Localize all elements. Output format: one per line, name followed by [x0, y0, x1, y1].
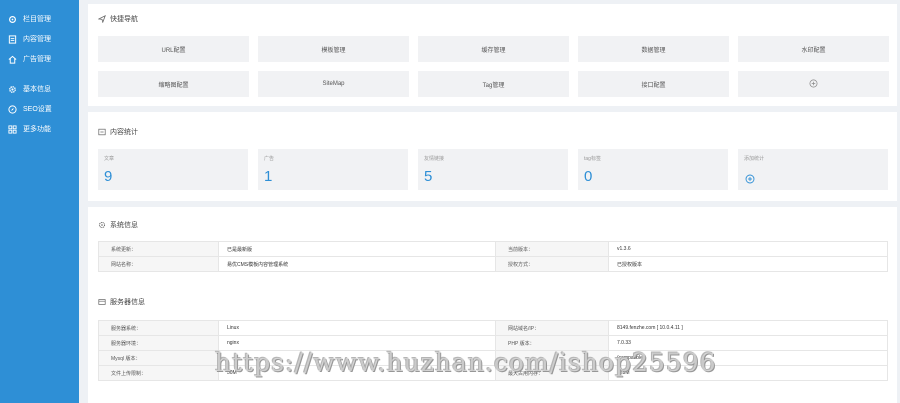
add-circle-icon: [809, 79, 818, 90]
server-key: 网站域名/IP：: [495, 320, 609, 336]
quicknav-data[interactable]: 数据管理: [578, 36, 729, 62]
gear-icon: [7, 84, 17, 94]
sysinfo-value: 已是最新版: [218, 241, 496, 257]
sidebar-item-ads[interactable]: 广告管理: [0, 51, 79, 67]
sidebar-item-more[interactable]: 更多功能: [0, 121, 79, 137]
stat-label: 添加统计: [744, 156, 765, 162]
quicknav-url-config[interactable]: URL配置: [98, 36, 249, 62]
stats-panel: 内容统计 文章 9 广告 1 友情链接 5 tag标签 0 添加统计: [88, 112, 897, 201]
sysinfo-value: 已授权版本: [608, 256, 888, 272]
server-value: 8149.fenzhe.com [ 10.0.4.11 ]: [608, 320, 888, 336]
server-key: 服务器系统：: [98, 320, 219, 336]
quicknav-tag[interactable]: Tag管理: [418, 71, 569, 97]
sysinfo-key: 当前版本：: [495, 241, 609, 257]
server-key: Mysql 版本：: [98, 350, 219, 366]
stat-label: 广告: [264, 156, 275, 162]
sidebar-item-label: 栏目管理: [23, 16, 51, 23]
stat-label: tag标签: [584, 156, 601, 162]
sidebar-item-basic-info[interactable]: 基本信息: [0, 81, 79, 97]
table-row: 网站名称： 易优CMS模板内容管理系统 授权方式： 已授权版本: [98, 256, 888, 272]
document-icon: [7, 34, 17, 44]
quicknav-panel: 快捷导航 URL配置 模板管理 缓存管理 数据管理 水印配置 缩略图配置 Sit…: [88, 4, 897, 106]
sidebar-item-label: 广告管理: [23, 56, 51, 63]
stat-value: 0: [584, 168, 593, 185]
stat-card-articles[interactable]: 文章 9: [98, 149, 248, 190]
stat-card-tags[interactable]: tag标签 0: [578, 149, 728, 190]
quicknav-add-button[interactable]: [738, 71, 889, 97]
quicknav-title: 快捷导航: [97, 14, 138, 24]
sysinfo-title: 系统信息: [97, 220, 138, 230]
sidebar-item-label: SEO设置: [23, 106, 52, 113]
sidebar-item-columns[interactable]: 栏目管理: [0, 11, 79, 27]
sidebar-item-label: 更多功能: [23, 126, 51, 133]
quicknav-watermark[interactable]: 水印配置: [738, 36, 889, 62]
stat-card-links[interactable]: 友情链接 5: [418, 149, 568, 190]
stat-card-add[interactable]: 添加统计: [738, 149, 888, 190]
quicknav-cache[interactable]: 缓存管理: [418, 36, 569, 62]
sysinfo-key: 系统更新：: [98, 241, 219, 257]
stat-value: 5: [424, 168, 433, 185]
send-icon: [97, 15, 106, 24]
table-row: 服务器系统： Linux 网站域名/IP： 8149.fenzhe.com [ …: [98, 320, 888, 336]
gear-icon: [97, 221, 106, 230]
server-value: Linux: [218, 320, 496, 336]
stat-card-ads[interactable]: 广告 1: [258, 149, 408, 190]
sysinfo-key: 授权方式：: [495, 256, 609, 272]
quicknav-sitemap[interactable]: SiteMap: [258, 71, 409, 97]
sysinfo-value: v1.3.6: [608, 241, 888, 257]
chart-icon: [97, 128, 106, 137]
stat-value: 9: [104, 168, 113, 185]
grid-icon: [7, 124, 17, 134]
table-row: 系统更新： 已是最新版 当前版本： v1.3.6: [98, 241, 888, 257]
watermark-text: https://www.huzhan.com/ishop25596: [215, 348, 717, 377]
settings-icon: [7, 14, 17, 24]
server-icon: [97, 298, 106, 307]
stat-value: 1: [264, 168, 273, 185]
sidebar-item-seo[interactable]: SEO设置: [0, 101, 79, 117]
stat-label: 文章: [104, 156, 115, 162]
quicknav-thumbnail[interactable]: 缩略图配置: [98, 71, 249, 97]
stat-label: 友情链接: [424, 156, 445, 162]
sidebar-item-label: 内容管理: [23, 36, 51, 43]
server-key: 服务器环境：: [98, 335, 219, 351]
sidebar-item-label: 基本信息: [23, 86, 51, 93]
quicknav-template[interactable]: 模板管理: [258, 36, 409, 62]
sysinfo-key: 网站名称：: [98, 256, 219, 272]
sysinfo-value: 易优CMS模板内容管理系统: [218, 256, 496, 272]
server-title: 服务器信息: [97, 297, 145, 307]
home-icon: [7, 54, 17, 64]
quicknav-api[interactable]: 接口配置: [578, 71, 729, 97]
server-key: 文件上传限制：: [98, 365, 219, 381]
stats-title: 内容统计: [97, 127, 138, 137]
compass-icon: [7, 104, 17, 114]
sidebar: 栏目管理 内容管理 广告管理 基本信息 SEO设置 更多功能: [0, 0, 79, 403]
sidebar-item-content[interactable]: 内容管理: [0, 31, 79, 47]
sysinfo-table: 系统更新： 已是最新版 当前版本： v1.3.6 网站名称： 易优CMS模板内容…: [98, 241, 888, 272]
add-circle-icon: [745, 171, 755, 184]
